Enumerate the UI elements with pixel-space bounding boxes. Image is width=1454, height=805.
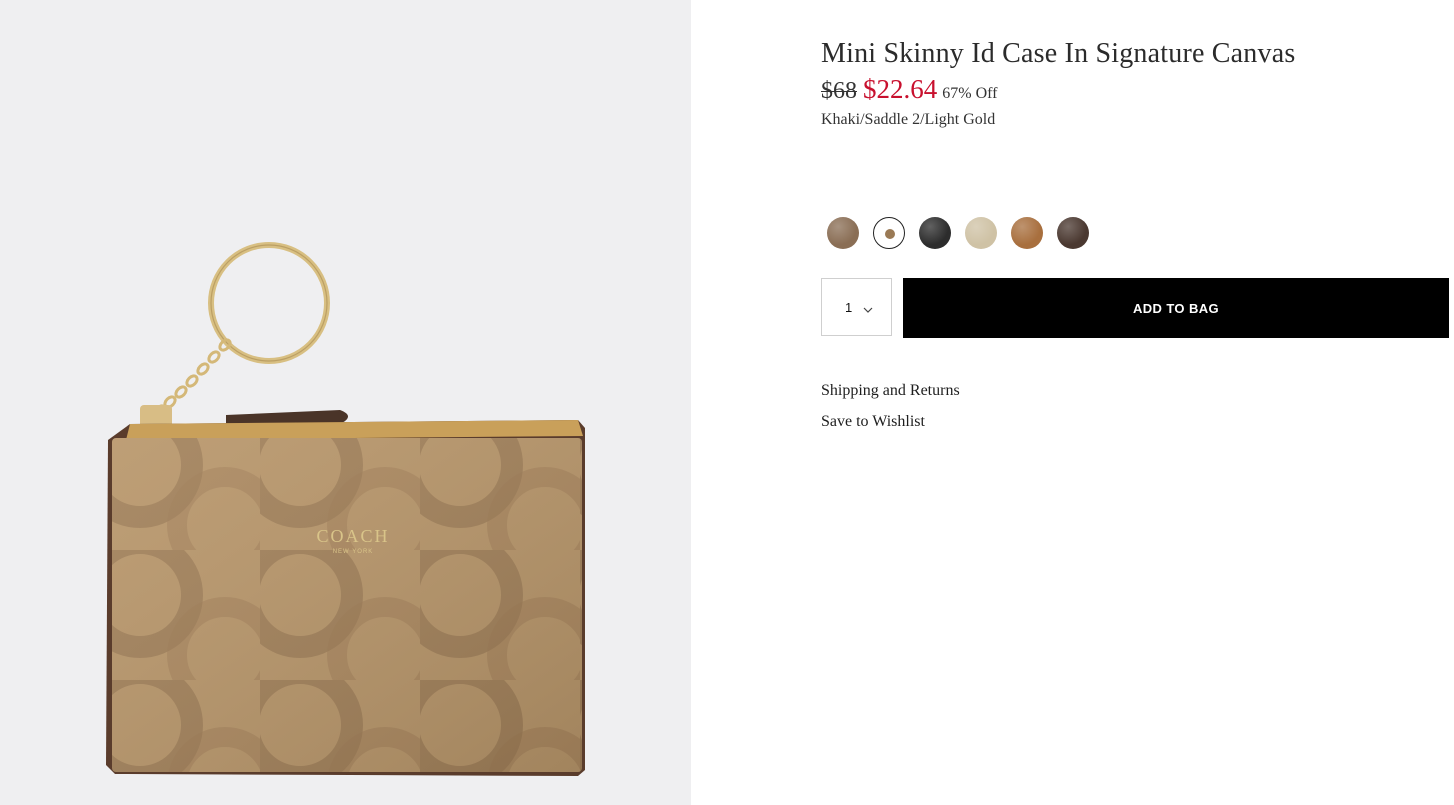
shipping-returns-link[interactable]: Shipping and Returns [821, 382, 960, 400]
quantity-value: 1 [845, 300, 853, 315]
save-to-wishlist-link[interactable]: Save to Wishlist [821, 413, 925, 431]
color-swatch[interactable] [965, 217, 997, 249]
product-image-panel: COACH NEW YORK [0, 0, 691, 805]
svg-text:COACH: COACH [316, 526, 389, 546]
price-row: $68 $22.64 67% Off [821, 74, 998, 108]
original-price: $68 [821, 78, 857, 104]
color-swatch[interactable] [827, 217, 859, 249]
selected-swatch-dot [885, 229, 895, 239]
chevron-down-icon [863, 302, 873, 317]
product-title: Mini Skinny Id Case In Signature Canvas [821, 38, 1296, 69]
discount-label: 67% Off [942, 85, 998, 102]
color-swatch[interactable] [1011, 217, 1043, 249]
add-to-bag-button[interactable]: ADD TO BAG [903, 278, 1449, 338]
color-swatch[interactable] [919, 217, 951, 249]
product-info: Mini Skinny Id Case In Signature Canvas … [821, 0, 1449, 805]
selected-color-name: Khaki/Saddle 2/Light Gold [821, 111, 996, 128]
color-swatch[interactable] [1057, 217, 1089, 249]
color-swatch[interactable] [873, 217, 905, 249]
product-image: COACH NEW YORK [106, 242, 585, 776]
svg-text:NEW YORK: NEW YORK [333, 549, 374, 555]
sale-price: $22.64 [863, 74, 938, 104]
quantity-select[interactable]: 1 [821, 278, 892, 336]
